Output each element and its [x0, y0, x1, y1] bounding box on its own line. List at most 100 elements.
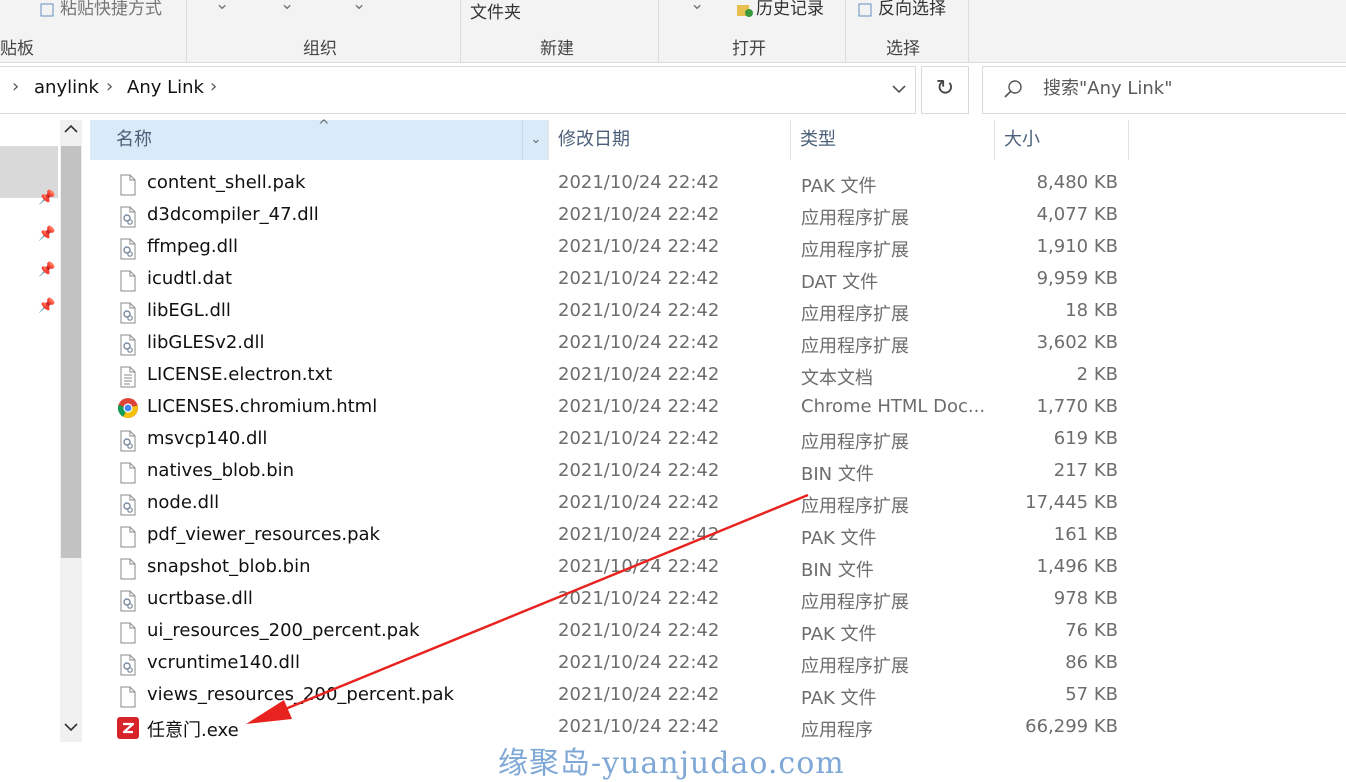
file-name: natives_blob.bin [147, 460, 295, 481]
file-date: 2021/10/24 22:42 [558, 428, 720, 449]
file-size: 217 KB [1053, 460, 1118, 481]
open-chevron-icon[interactable]: ⌄ [690, 0, 704, 14]
search-input[interactable] [1041, 77, 1335, 100]
column-type[interactable]: 类型 [800, 120, 990, 160]
file-date: 2021/10/24 22:42 [558, 620, 720, 641]
file-icon [118, 462, 138, 484]
file-size: 619 KB [1053, 428, 1118, 449]
breadcrumb-anylink[interactable]: anylink [34, 77, 99, 98]
file-row[interactable]: LICENSES.chromium.html 2021/10/24 22:42 Ch… [90, 392, 1130, 424]
file-row[interactable]: ucrtbase.dll 2021/10/24 22:42 应用程序扩展 978 KB [90, 584, 1130, 616]
dll-icon [118, 654, 138, 676]
copy-to-chevron-icon[interactable]: ⌄ [280, 0, 294, 14]
search-box[interactable] [982, 66, 1346, 114]
file-type: 应用程序扩展 [801, 336, 909, 357]
file-name: ffmpeg.dll [147, 236, 239, 257]
file-size: 66,299 KB [1025, 716, 1118, 737]
file-row[interactable]: vcruntime140.dll 2021/10/24 22:42 应用程序扩展 86… [90, 648, 1130, 680]
breadcrumb-chevron-icon[interactable]: › [12, 76, 19, 97]
pin-icon[interactable]: 📌 [38, 190, 55, 206]
file-row[interactable]: libEGL.dll 2021/10/24 22:42 应用程序扩展 18 KB [90, 296, 1130, 328]
pin-icon[interactable]: 📌 [38, 262, 55, 278]
breadcrumb-any-link[interactable]: Any Link [127, 77, 204, 98]
file-date: 2021/10/24 22:42 [558, 588, 720, 609]
pin-icon[interactable]: 📌 [38, 298, 55, 314]
file-name: vcruntime140.dll [147, 652, 300, 673]
file-name: msvcp140.dll [147, 428, 268, 449]
file-size: 2 KB [1076, 364, 1118, 385]
breadcrumb-chevron-icon[interactable]: › [106, 76, 113, 97]
address-dropdown-icon[interactable] [886, 75, 912, 103]
file-icon [118, 174, 138, 196]
ribbon-divider [658, 0, 659, 62]
column-divider[interactable] [548, 120, 549, 160]
file-row[interactable]: ffmpeg.dll 2021/10/24 22:42 应用程序扩展 1,910 KB [90, 232, 1130, 264]
file-type: 应用程序扩展 [801, 208, 909, 229]
search-icon [1003, 79, 1023, 103]
column-date[interactable]: 修改日期 [558, 120, 788, 160]
file-date: 2021/10/24 22:42 [558, 716, 720, 737]
file-date: 2021/10/24 22:42 [558, 364, 720, 385]
file-list: content_shell.pak 2021/10/24 22:42 PAK 文件 8… [90, 160, 1130, 744]
sort-ascending-icon: ^ [318, 118, 330, 134]
select-group-label: 选择 [886, 39, 920, 59]
file-date: 2021/10/24 22:42 [558, 524, 720, 545]
dll-icon [118, 430, 138, 452]
nav-scrollbar[interactable] [60, 120, 82, 742]
breadcrumb-chevron-icon[interactable]: › [210, 76, 217, 97]
file-type: 应用程序扩展 [801, 656, 909, 677]
invert-selection-button[interactable]: 反向选择 [858, 0, 946, 19]
file-date: 2021/10/24 22:42 [558, 300, 720, 321]
paste-shortcut-button[interactable]: 粘贴快捷方式 [40, 0, 162, 19]
scrollbar-thumb[interactable] [61, 146, 81, 558]
history-icon [736, 2, 753, 17]
file-row[interactable]: libGLESv2.dll 2021/10/24 22:42 应用程序扩展 3,602… [90, 328, 1130, 360]
file-size: 1,910 KB [1036, 236, 1118, 257]
file-row[interactable]: LICENSE.electron.txt 2021/10/24 22:42 文本文档… [90, 360, 1130, 392]
refresh-button[interactable]: ↻ [921, 66, 969, 114]
file-row[interactable]: natives_blob.bin 2021/10/24 22:42 BIN 文件 21… [90, 456, 1130, 488]
file-row[interactable]: snapshot_blob.bin 2021/10/24 22:42 BIN 文件 1… [90, 552, 1130, 584]
file-row[interactable]: content_shell.pak 2021/10/24 22:42 PAK 文件 8… [90, 168, 1130, 200]
file-size: 9,959 KB [1036, 268, 1118, 289]
file-row[interactable]: icudtl.dat 2021/10/24 22:42 DAT 文件 9,959 KB [90, 264, 1130, 296]
column-divider[interactable] [1128, 120, 1129, 160]
column-divider[interactable] [790, 120, 791, 160]
column-header: 名称 ^ ⌄ 修改日期 类型 大小 [90, 118, 1130, 160]
file-name: ucrtbase.dll [147, 588, 253, 609]
delete-chevron-icon[interactable]: ⌄ [352, 0, 366, 14]
file-type: BIN 文件 [801, 464, 874, 485]
file-name: ui_resources_200_percent.pak [147, 620, 420, 641]
file-type: PAK 文件 [801, 528, 877, 549]
file-size: 17,445 KB [1025, 492, 1118, 513]
file-row[interactable]: pdf_viewer_resources.pak 2021/10/24 22:42… [90, 520, 1130, 552]
file-type: 应用程序扩展 [801, 496, 909, 517]
column-divider[interactable] [994, 120, 995, 160]
scroll-up-icon[interactable] [60, 122, 82, 144]
file-type: PAK 文件 [801, 688, 877, 709]
file-icon [118, 622, 138, 644]
address-bar[interactable]: › anylink › Any Link › [0, 66, 916, 114]
column-filter-chevron-icon[interactable]: ⌄ [522, 120, 549, 160]
pin-icon[interactable]: 📌 [38, 226, 55, 242]
file-size: 57 KB [1065, 684, 1118, 705]
ribbon-divider [460, 0, 461, 62]
file-row[interactable]: d3dcompiler_47.dll 2021/10/24 22:42 应用程序扩展… [90, 200, 1130, 232]
column-size[interactable]: 大小 [1004, 120, 1124, 160]
file-size: 1,496 KB [1036, 556, 1118, 577]
file-size: 8,480 KB [1036, 172, 1118, 193]
file-row[interactable]: views_resources_200_percent.pak 2021/10/2… [90, 680, 1130, 712]
file-date: 2021/10/24 22:42 [558, 396, 720, 417]
open-group-label: 打开 [732, 39, 766, 59]
new-folder-label[interactable]: 文件夹 [470, 0, 521, 23]
move-to-chevron-icon[interactable]: ⌄ [215, 0, 229, 14]
file-type: 应用程序扩展 [801, 304, 909, 325]
file-size: 86 KB [1065, 652, 1118, 673]
column-name[interactable]: 名称 ^ ⌄ [90, 118, 549, 160]
history-button[interactable]: 历史记录 [736, 0, 824, 19]
scroll-down-icon[interactable] [60, 720, 82, 742]
file-type: BIN 文件 [801, 560, 874, 581]
file-row[interactable]: ui_resources_200_percent.pak 2021/10/24 2… [90, 616, 1130, 648]
file-row[interactable]: node.dll 2021/10/24 22:42 应用程序扩展 17,445 KB [90, 488, 1130, 520]
file-row[interactable]: msvcp140.dll 2021/10/24 22:42 应用程序扩展 619 KB [90, 424, 1130, 456]
